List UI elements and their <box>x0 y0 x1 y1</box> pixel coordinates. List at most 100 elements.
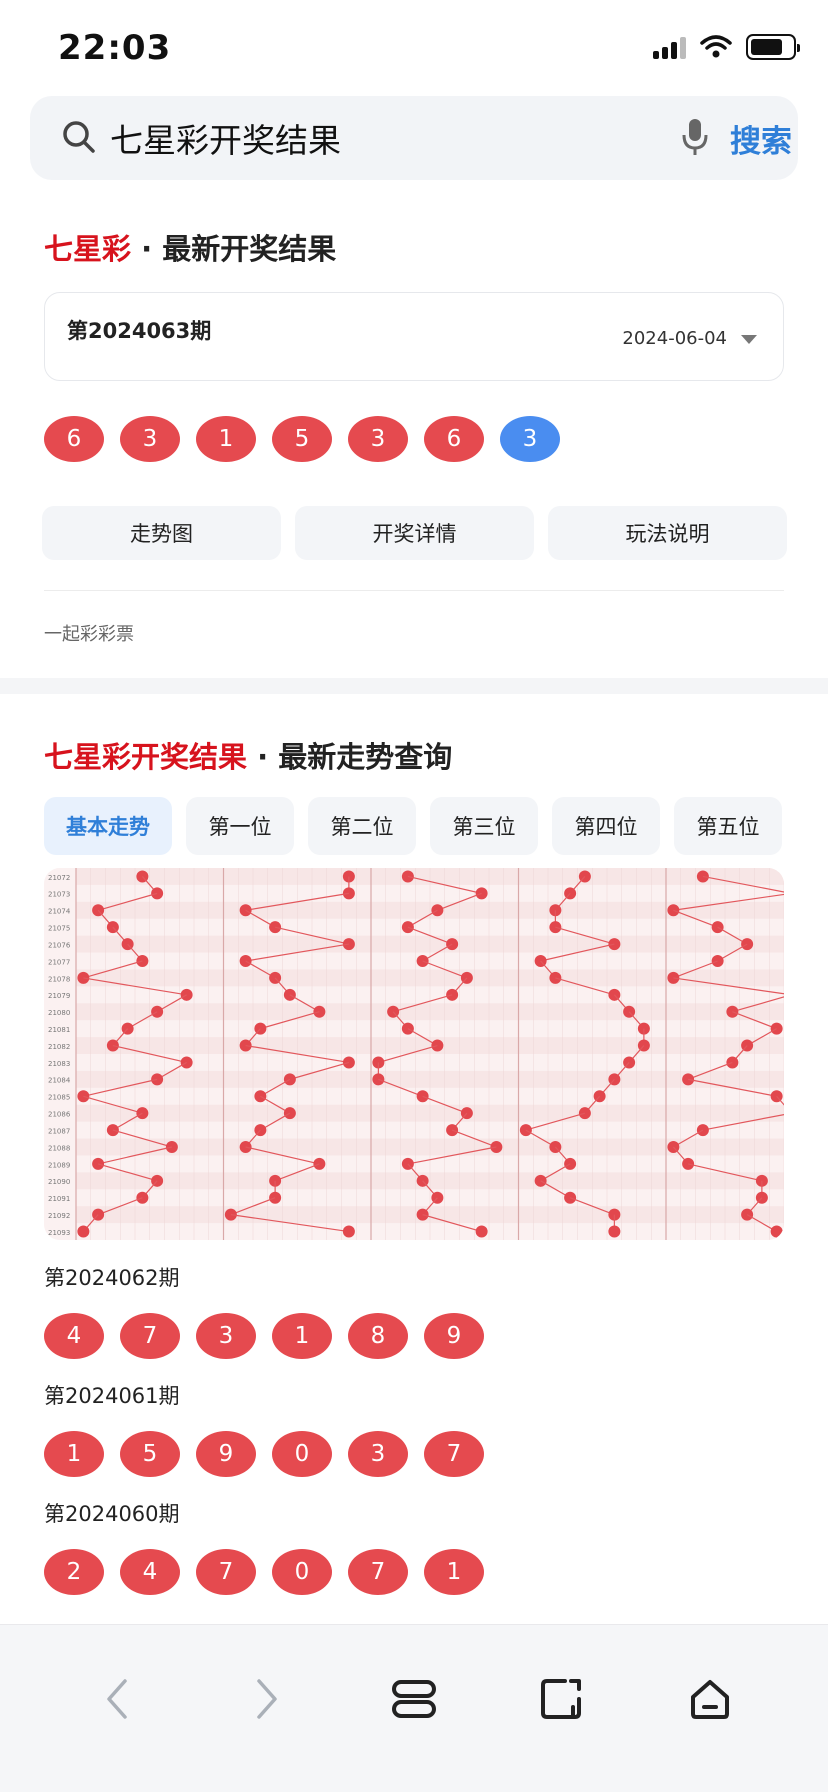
trend-tabs: 基本走势 第一位 第二位 第三位 第四位 第五位 <box>44 797 782 855</box>
number-ball: 7 <box>348 1549 408 1595</box>
wifi-icon <box>700 35 732 58</box>
trend-marker <box>77 1225 90 1238</box>
issue-number: 第2024063期 <box>67 319 212 343</box>
trend-section-title: 七星彩开奖结果 · 最新走势查询 <box>44 734 452 776</box>
history-issue-1: 第2024061期 <box>44 1384 180 1408</box>
forward-button[interactable] <box>236 1669 296 1729</box>
section-separator <box>0 678 828 694</box>
issue-selector[interactable]: 第2024063期 2024-06-04 <box>44 292 784 381</box>
search-button[interactable]: 搜索 <box>730 116 792 161</box>
home-icon <box>691 1680 729 1719</box>
divider <box>44 590 784 591</box>
trend-row-label: 21084 <box>48 1077 71 1085</box>
trend-row-label: 21077 <box>48 958 70 966</box>
draw-details-button[interactable]: 开奖详情 <box>295 506 534 560</box>
trend-marker <box>431 904 444 917</box>
chevron-left-icon <box>107 1679 127 1719</box>
trend-title-brand: 七星彩开奖结果 <box>44 740 248 774</box>
trend-marker <box>283 988 296 1001</box>
tab-position-4[interactable]: 第四位 <box>552 797 660 855</box>
trend-marker <box>342 1225 355 1238</box>
source-link[interactable]: 一起彩彩票 <box>44 620 134 646</box>
edit-page-icon <box>541 1679 581 1719</box>
caret-down-icon[interactable] <box>741 335 757 344</box>
number-ball: 3 <box>348 416 408 462</box>
number-ball: 0 <box>272 1431 332 1477</box>
trend-marker <box>431 1039 444 1052</box>
search-input[interactable]: 七星彩开奖结果 <box>110 114 341 162</box>
trend-marker <box>239 904 252 917</box>
back-button[interactable] <box>88 1669 148 1729</box>
trend-marker <box>682 1157 695 1170</box>
tabs-icon <box>392 1680 436 1718</box>
trend-marker <box>254 1090 267 1103</box>
number-ball: 4 <box>44 1313 104 1359</box>
edit-button[interactable] <box>532 1669 592 1729</box>
chevron-right-icon <box>257 1679 277 1719</box>
rules-button[interactable]: 玩法说明 <box>548 506 787 560</box>
trend-row-label: 21072 <box>48 874 70 882</box>
number-ball: 9 <box>424 1313 484 1359</box>
number-ball: 3 <box>196 1313 256 1359</box>
trend-row-label: 21090 <box>48 1178 70 1186</box>
trend-row-label: 21092 <box>48 1212 70 1220</box>
trend-row-label: 21078 <box>48 975 70 983</box>
trend-marker <box>770 1225 783 1238</box>
search-bar[interactable]: 七星彩开奖结果 搜索 <box>30 96 798 180</box>
trend-marker <box>77 1090 90 1103</box>
number-ball: 6 <box>424 416 484 462</box>
trend-marker <box>549 971 562 984</box>
number-ball: 1 <box>196 416 256 462</box>
latest-title-rest: · 最新开奖结果 <box>131 232 337 266</box>
status-icons <box>653 34 800 60</box>
trend-marker <box>770 1022 783 1035</box>
trend-marker <box>416 1090 429 1103</box>
trend-marker <box>239 1039 252 1052</box>
trend-row-label: 21086 <box>48 1111 71 1119</box>
trend-chart: 21072 21073 21074 21075 21076 21077 21078 21079… <box>44 868 784 1240</box>
trend-marker <box>696 870 709 883</box>
trend-marker <box>180 988 193 1001</box>
trend-marker <box>534 1174 547 1187</box>
number-ball: 1 <box>272 1313 332 1359</box>
tab-position-1[interactable]: 第一位 <box>186 797 294 855</box>
latest-numbers: 6 3 1 5 3 6 3 <box>44 416 560 462</box>
latest-title-brand: 七星彩 <box>44 232 132 266</box>
latest-section-title: 七星彩 · 最新开奖结果 <box>44 226 336 268</box>
trend-marker <box>106 1039 119 1052</box>
trend-row-label: 21080 <box>48 1009 70 1017</box>
history-numbers-2: 2 4 7 0 7 1 <box>44 1549 484 1595</box>
tab-position-2[interactable]: 第二位 <box>308 797 416 855</box>
number-ball: 3 <box>348 1431 408 1477</box>
tab-position-5[interactable]: 第五位 <box>674 797 782 855</box>
trend-chart-image[interactable]: 21072 21073 21074 21075 21076 21077 21078 21079… <box>44 868 784 1240</box>
history-numbers-0: 4 7 3 1 8 9 <box>44 1313 484 1359</box>
trend-row-label: 21081 <box>48 1026 70 1034</box>
trend-row-label: 21091 <box>48 1195 70 1203</box>
tab-basic-trend[interactable]: 基本走势 <box>44 797 172 855</box>
trend-row-label: 21082 <box>48 1043 70 1051</box>
tab-position-3[interactable]: 第三位 <box>430 797 538 855</box>
trend-row-label: 21076 <box>48 941 71 949</box>
number-ball: 7 <box>196 1549 256 1595</box>
home-button[interactable] <box>680 1669 740 1729</box>
trend-marker <box>608 1225 621 1238</box>
trend-row-label: 21073 <box>48 891 70 899</box>
tabs-button[interactable] <box>384 1669 444 1729</box>
trend-row-label: 21088 <box>48 1144 70 1152</box>
trend-marker <box>92 1157 105 1170</box>
trend-marker <box>564 1157 577 1170</box>
number-ball: 5 <box>272 416 332 462</box>
trend-marker <box>475 1225 488 1238</box>
trend-row-label: 21074 <box>48 908 71 916</box>
trend-chart-button[interactable]: 走势图 <box>42 506 281 560</box>
trend-row-label: 21087 <box>48 1127 70 1135</box>
microphone-icon[interactable] <box>680 116 710 158</box>
number-ball: 7 <box>120 1313 180 1359</box>
number-ball: 7 <box>424 1431 484 1477</box>
cellular-signal-icon <box>653 35 686 59</box>
number-ball: 3 <box>120 416 180 462</box>
trend-row-label: 21089 <box>48 1161 70 1169</box>
trend-title-rest: · 最新走势查询 <box>247 740 453 774</box>
trend-row-label: 21083 <box>48 1060 70 1068</box>
